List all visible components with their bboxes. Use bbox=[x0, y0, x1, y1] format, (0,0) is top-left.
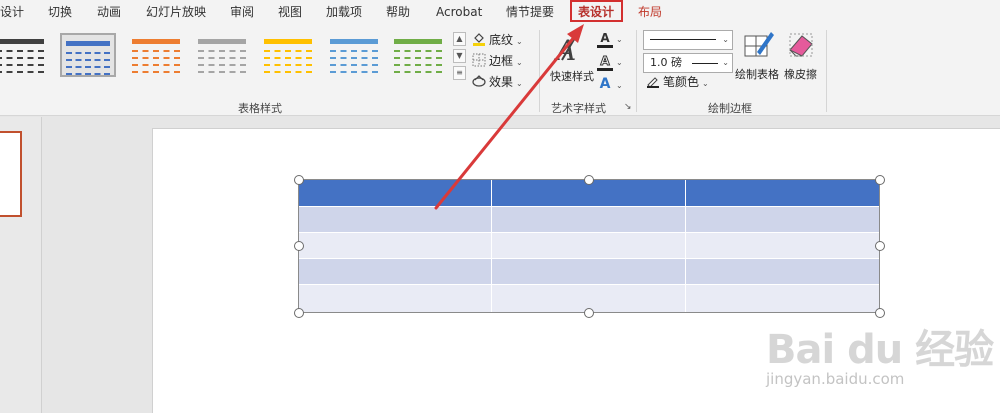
chevron-down-icon: ⌄ bbox=[616, 81, 623, 90]
table-style-option[interactable] bbox=[194, 33, 250, 77]
wordart-a-icon: A bbox=[553, 34, 577, 67]
tab-review[interactable]: 审阅 bbox=[230, 4, 254, 20]
tab-animations[interactable]: 动画 bbox=[97, 4, 121, 20]
quick-styles-button[interactable]: A 快速样式 bbox=[546, 30, 594, 86]
resize-handle[interactable] bbox=[875, 175, 885, 185]
eraser-button[interactable]: 橡皮擦 bbox=[782, 28, 822, 84]
pen-color-button[interactable]: 笔颜色 ⌄ bbox=[646, 74, 709, 92]
tab-view[interactable]: 视图 bbox=[278, 4, 302, 20]
pen-style-select[interactable]: ⌄ bbox=[643, 30, 733, 50]
gallery-scroll-down-button[interactable]: ▼ bbox=[453, 49, 466, 63]
tab-acrobat[interactable]: Acrobat bbox=[436, 4, 482, 20]
gallery-scroll-up-button[interactable]: ▲ bbox=[453, 32, 466, 46]
draw-table-button[interactable]: 绘制表格 bbox=[735, 28, 781, 84]
tab-storyboard[interactable]: 情节提要 bbox=[506, 4, 554, 20]
gallery-more-button[interactable]: ≡ bbox=[453, 66, 466, 80]
tab-transitions[interactable]: 切换 bbox=[48, 4, 72, 20]
tab-help[interactable]: 帮助 bbox=[386, 4, 410, 20]
chevron-down-icon: ⌄ bbox=[516, 37, 523, 46]
table-style-option[interactable] bbox=[0, 33, 48, 77]
text-effects-button[interactable]: A ⌄ bbox=[597, 76, 623, 94]
ribbon-tab-bar: 设计 切换 动画 幻灯片放映 审阅 视图 加载项 帮助 Acrobat 情节提要… bbox=[0, 0, 1000, 24]
resize-handle[interactable] bbox=[294, 175, 304, 185]
chevron-down-icon: ⌄ bbox=[702, 79, 709, 88]
effects-icon bbox=[472, 74, 486, 88]
chevron-down-icon: ⌄ bbox=[722, 58, 729, 67]
text-fill-button[interactable]: A ⌄ bbox=[597, 30, 623, 48]
shading-label: 底纹 bbox=[489, 33, 514, 47]
watermark-logo: Bai du 经验 bbox=[766, 327, 994, 373]
group-divider bbox=[539, 30, 540, 112]
chevron-down-icon: ⌄ bbox=[616, 35, 623, 44]
tab-design[interactable]: 设计 bbox=[0, 4, 24, 20]
pen-weight-select[interactable]: 1.0 磅 ⌄ bbox=[643, 53, 733, 73]
watermark-url: jingyan.baidu.com bbox=[766, 370, 905, 388]
pen-style-line bbox=[650, 39, 716, 40]
table-style-option[interactable] bbox=[260, 33, 316, 77]
dialog-launcher-icon[interactable]: ↘ bbox=[624, 102, 632, 112]
text-outline-icon: A bbox=[597, 54, 613, 71]
group-label-draw-borders: 绘制边框 bbox=[708, 102, 752, 115]
draw-table-icon bbox=[744, 32, 774, 57]
pen-icon bbox=[646, 74, 660, 88]
pen-weight-value: 1.0 磅 bbox=[650, 56, 682, 69]
group-label-table-styles: 表格样式 bbox=[238, 102, 282, 115]
text-effects-icon: A bbox=[599, 76, 611, 92]
resize-handle[interactable] bbox=[584, 175, 594, 185]
chevron-down-icon: ⌄ bbox=[516, 58, 523, 67]
slide-thumbnail-selected[interactable] bbox=[0, 131, 22, 217]
paint-bucket-icon bbox=[472, 32, 486, 46]
slide-thumbnail-pane bbox=[0, 117, 42, 413]
selection-frame bbox=[298, 179, 880, 313]
borders-label: 边框 bbox=[489, 54, 514, 68]
ribbon: ▲ ▼ ≡ 底纹 ⌄ 边框 ⌄ 效果 ⌄ 表格样式 A 快速样式 A ⌄ A ⌄ A ⌄ 艺… bbox=[0, 24, 1000, 116]
border-grid-icon bbox=[472, 53, 486, 67]
table-style-option[interactable] bbox=[128, 33, 184, 77]
resize-handle[interactable] bbox=[294, 241, 304, 251]
pen-color-label: 笔颜色 bbox=[663, 75, 700, 89]
tab-layout[interactable]: 布局 bbox=[638, 4, 662, 20]
table-style-option[interactable] bbox=[326, 33, 382, 77]
text-fill-icon: A bbox=[597, 32, 613, 48]
svg-text:A: A bbox=[553, 34, 576, 67]
table-style-option[interactable] bbox=[390, 33, 446, 77]
group-label-wordart-styles: 艺术字样式 bbox=[551, 102, 606, 115]
group-divider bbox=[636, 30, 637, 112]
resize-handle[interactable] bbox=[294, 308, 304, 318]
borders-button[interactable]: 边框 ⌄ bbox=[472, 53, 523, 71]
chevron-down-icon: ⌄ bbox=[616, 58, 623, 67]
resize-handle[interactable] bbox=[875, 241, 885, 251]
chevron-down-icon: ⌄ bbox=[722, 35, 729, 44]
table-style-option-selected[interactable] bbox=[60, 33, 116, 77]
group-divider bbox=[826, 30, 827, 112]
resize-handle[interactable] bbox=[584, 308, 594, 318]
chevron-down-icon: ⌄ bbox=[516, 79, 523, 88]
watermark: Bai du 经验 jingyan.baidu.com bbox=[760, 305, 1000, 413]
effects-label: 效果 bbox=[489, 75, 514, 89]
eraser-label: 橡皮擦 bbox=[784, 68, 817, 81]
quick-styles-label: 快速样式 bbox=[550, 70, 594, 83]
shading-button[interactable]: 底纹 ⌄ bbox=[472, 32, 523, 50]
pen-weight-line bbox=[692, 63, 718, 64]
text-outline-button[interactable]: A ⌄ bbox=[597, 53, 623, 71]
effects-button[interactable]: 效果 ⌄ bbox=[472, 74, 523, 92]
eraser-icon bbox=[789, 33, 813, 57]
tab-add-ins[interactable]: 加载项 bbox=[326, 4, 362, 20]
draw-table-label: 绘制表格 bbox=[735, 68, 779, 81]
tab-slide-show[interactable]: 幻灯片放映 bbox=[146, 4, 206, 20]
annotation-highlight-box bbox=[570, 0, 623, 22]
